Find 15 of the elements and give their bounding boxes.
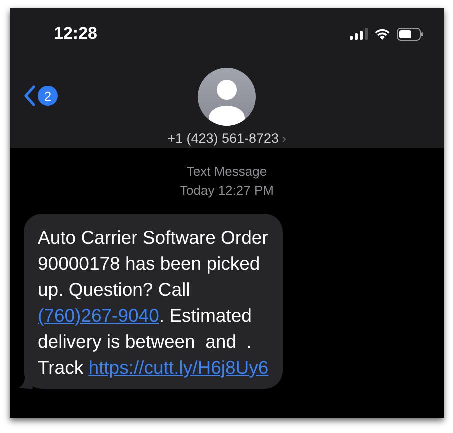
back-button[interactable]: 2 — [24, 85, 58, 107]
message-link[interactable]: https://cutt.ly/H6j8Uy6 — [88, 357, 269, 378]
avatar-icon[interactable] — [198, 68, 256, 126]
message-text: Auto Carrier Software Order 90000178 has been picked up. Question? Call (760)267-9040. Estimated delivery is between and . Track https://cutt.ly/H6j8Uy6 — [38, 226, 269, 380]
message-type-label: Text Message — [186, 163, 268, 181]
battery-icon — [397, 28, 424, 40]
signal-icon — [350, 28, 368, 40]
message-link[interactable]: (760)267-9040 — [38, 305, 160, 326]
status-time: 12:28 — [54, 24, 98, 44]
unread-badge: 2 — [38, 86, 58, 106]
chevron-icon: › — [282, 131, 286, 146]
message-timestamp: Today 12:27 PM — [180, 182, 274, 200]
back-chevron-icon — [24, 85, 36, 107]
contact-number[interactable]: +1 (423) 561-8723 — [168, 131, 280, 146]
wifi-icon — [374, 28, 391, 40]
